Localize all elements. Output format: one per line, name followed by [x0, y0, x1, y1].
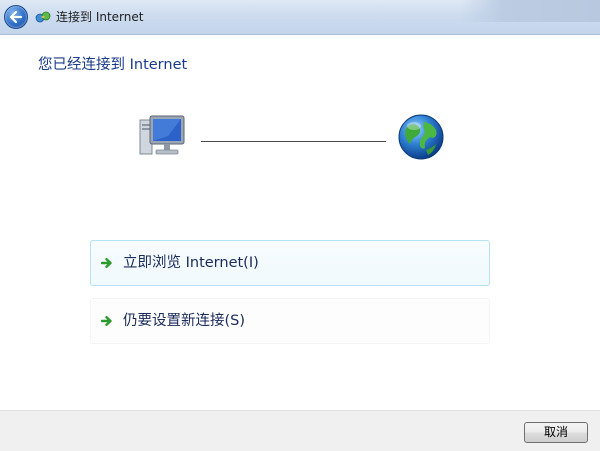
title-bar: 连接到 Internet — [0, 0, 600, 35]
computer-icon — [139, 115, 185, 155]
window-title: 连接到 Internet — [56, 10, 144, 24]
browse-internet-label: 立即浏览 Internet(I) — [123, 255, 259, 271]
connection-diagram — [130, 108, 460, 168]
browse-internet-option[interactable]: 立即浏览 Internet(I) — [90, 240, 490, 286]
title-bar-glass — [460, 0, 600, 22]
green-arrow-icon — [101, 258, 112, 268]
page-title: 您已经连接到 Internet — [38, 57, 188, 73]
green-arrow-icon — [101, 316, 112, 326]
cancel-button[interactable]: 取消 — [524, 422, 588, 443]
footer-bar: 取消 — [0, 410, 600, 451]
network-connection-icon — [35, 11, 51, 23]
connection-line — [201, 141, 386, 142]
globe-icon — [398, 114, 444, 160]
back-button[interactable] — [4, 5, 28, 29]
setup-new-connection-option[interactable]: 仍要设置新连接(S) — [90, 298, 490, 344]
connect-to-internet-window: 连接到 Internet 您已经连接到 Internet 立即浏览 Intern… — [0, 0, 600, 451]
back-arrow-icon — [9, 10, 23, 24]
setup-new-connection-label: 仍要设置新连接(S) — [123, 313, 246, 329]
